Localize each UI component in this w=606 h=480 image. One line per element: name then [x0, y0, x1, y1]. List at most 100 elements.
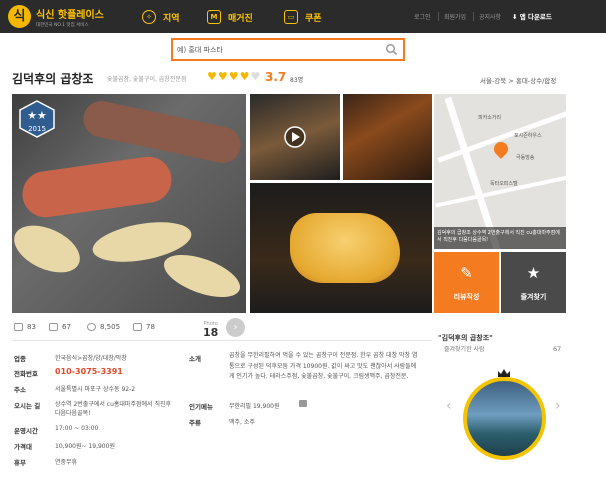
intro-text: 곱창을 무한리필하여 먹을 수 있는 곱창구이 전문점. 한우 곱창 대창 막창… — [229, 352, 418, 380]
favorite-user-avatar[interactable] — [463, 377, 546, 460]
favorites-count: 67 — [553, 345, 562, 353]
divider — [12, 340, 432, 341]
bookmark-count-value: 67 — [62, 323, 71, 331]
brand-title: 식신 핫플레이스 — [36, 10, 104, 21]
hours-label: 운영시간 — [14, 427, 38, 435]
top-navigation-bar: 식 식신 핫플레이스 대한민국 NO.1 맛집 서비스 ✧ 지역 M 매거진 ▭… — [0, 0, 606, 33]
divider — [473, 12, 474, 21]
siksin-logo[interactable]: 식 — [8, 5, 31, 28]
food-decoration — [19, 153, 175, 221]
food-photo[interactable] — [343, 94, 432, 180]
search-box — [171, 38, 405, 61]
login-link[interactable]: 로그인 — [414, 12, 431, 21]
category-label: 업종 — [14, 355, 26, 363]
search-icon[interactable] — [385, 43, 398, 56]
divider — [438, 12, 439, 21]
badge-year: 2015 — [28, 125, 46, 133]
nav-magazine[interactable]: M 매거진 — [207, 8, 253, 26]
review-icon — [14, 323, 23, 331]
holiday-label: 휴무 — [14, 459, 26, 467]
next-photo-button[interactable]: › — [226, 318, 245, 337]
carousel-next-arrow-icon[interactable]: › — [555, 398, 561, 414]
popular-menu-value: 무한리필 19,900원 — [229, 403, 280, 410]
nav-coupon[interactable]: ▭ 쿠폰 — [284, 8, 322, 26]
nav-coupon-label: 쿠폰 — [305, 13, 322, 24]
drinks-label: 주류 — [189, 419, 201, 427]
directions-value: 상수역 2번출구에서 cu홍대마주점에서 직진후 다음다음골목! — [55, 401, 172, 417]
view-count-stat: 8,505 — [87, 323, 120, 331]
award-badge-icon: ★★ 2015 — [19, 100, 55, 138]
app-download-button[interactable]: ⬇ 앱 다운로드 — [512, 11, 552, 21]
write-review-button[interactable]: ✎ 리뷰작성 — [434, 252, 499, 313]
search-input[interactable] — [177, 43, 377, 56]
intro-label: 소개 — [189, 355, 201, 363]
pencil-icon: ✎ — [460, 264, 473, 282]
rating-count: 83명 — [290, 77, 304, 84]
food-photo[interactable] — [250, 183, 432, 313]
directions-label: 오시는 길 — [14, 402, 41, 410]
category-value: 한국음식>곱창/양/대창/막창 — [55, 355, 127, 362]
bookmark-icon — [49, 323, 58, 331]
favorite-icon: ★ — [526, 264, 541, 282]
review-count-stat[interactable]: 83 — [14, 323, 36, 331]
brand-tagline: 대한민국 NO.1 맛집 서비스 — [36, 23, 89, 28]
map-label: 독타오피스텔 — [490, 181, 518, 187]
write-review-label: 리뷰작성 — [453, 293, 480, 301]
food-decoration — [290, 213, 400, 283]
photo-date-day: 18 — [203, 326, 219, 339]
bookmark-count-stat[interactable]: 67 — [49, 323, 71, 331]
share-icon — [133, 323, 142, 331]
star-icon: ♥ — [228, 70, 239, 83]
notice-link[interactable]: 공지사항 — [479, 12, 501, 21]
address-value: 서울특별시 마포구 상수동 92-2 — [55, 386, 136, 393]
popular-menu-label: 인기메뉴 — [189, 403, 213, 411]
star-icon: ♥ — [207, 70, 217, 83]
location-breadcrumb[interactable]: 서울-강북 > 홍대-상수/합정 — [480, 75, 556, 85]
address-label: 주소 — [14, 386, 26, 394]
magazine-icon: M — [207, 10, 221, 24]
map-label: 포시즌하우스 — [514, 133, 542, 139]
holiday-value: 연중무휴 — [55, 459, 78, 466]
signup-link[interactable]: 회원가입 — [444, 12, 466, 21]
carousel-prev-arrow-icon[interactable]: ‹ — [446, 398, 452, 414]
drinks-value: 맥주, 소주 — [229, 419, 255, 426]
location-map[interactable]: 피카소거리 포시즌하우스 극동방송 독타오피스텔 김덕후의 곱창조 상수역 2번… — [434, 94, 566, 249]
play-icon — [284, 126, 306, 148]
share-count-value: 78 — [146, 323, 155, 331]
photo-date: Photo 18 — [203, 321, 218, 338]
review-count-value: 83 — [27, 323, 36, 331]
restaurant-categories: 숯불곱창, 숯불구이, 곱창전문점 — [107, 76, 187, 83]
brand-name[interactable]: 식신 핫플레이스 대한민국 NO.1 맛집 서비스 — [36, 6, 104, 28]
phone-value[interactable]: 010-3075-3391 — [55, 367, 123, 376]
download-icon: ⬇ — [512, 13, 520, 21]
add-favorite-button[interactable]: ★ 즐겨찾기 — [501, 252, 566, 313]
star-icon: ♥ — [239, 70, 250, 83]
rating-stars: ♥ ♥ ♥ ♥ ♥ — [207, 71, 260, 82]
map-label: 피카소거리 — [478, 115, 502, 121]
main-photo[interactable]: ★★ 2015 — [12, 94, 246, 313]
favorites-title: "김덕후의 곱창조" — [438, 334, 493, 342]
app-download-label: 앱 다운로드 — [519, 13, 552, 21]
food-decoration — [12, 216, 88, 282]
compass-icon: ✧ — [142, 10, 156, 24]
nav-region[interactable]: ✧ 지역 — [142, 8, 180, 26]
rating-score: 3.7 — [265, 70, 287, 84]
food-decoration — [158, 246, 246, 306]
price-label: 가격대 — [14, 443, 32, 451]
star-icon: ♥ — [250, 70, 261, 83]
eye-icon — [87, 323, 96, 331]
price-value: 10,900원~ 19,900원 — [55, 443, 115, 450]
camera-icon[interactable] — [299, 400, 307, 407]
svg-text:★★: ★★ — [27, 109, 47, 122]
favorites-subtitle: 즐겨찾기한 사람 — [444, 346, 485, 353]
map-label: 극동방송 — [516, 155, 535, 161]
nav-magazine-label: 매거진 — [228, 13, 253, 24]
restaurant-name: 김덕후의 곱창조 — [12, 72, 94, 86]
nav-region-label: 지역 — [163, 13, 180, 24]
phone-label: 전화번호 — [14, 370, 38, 378]
video-thumbnail[interactable] — [250, 94, 340, 180]
share-count-stat[interactable]: 78 — [133, 323, 155, 331]
coupon-icon: ▭ — [284, 10, 298, 24]
view-count-value: 8,505 — [100, 323, 121, 331]
star-icon: ♥ — [217, 70, 228, 83]
